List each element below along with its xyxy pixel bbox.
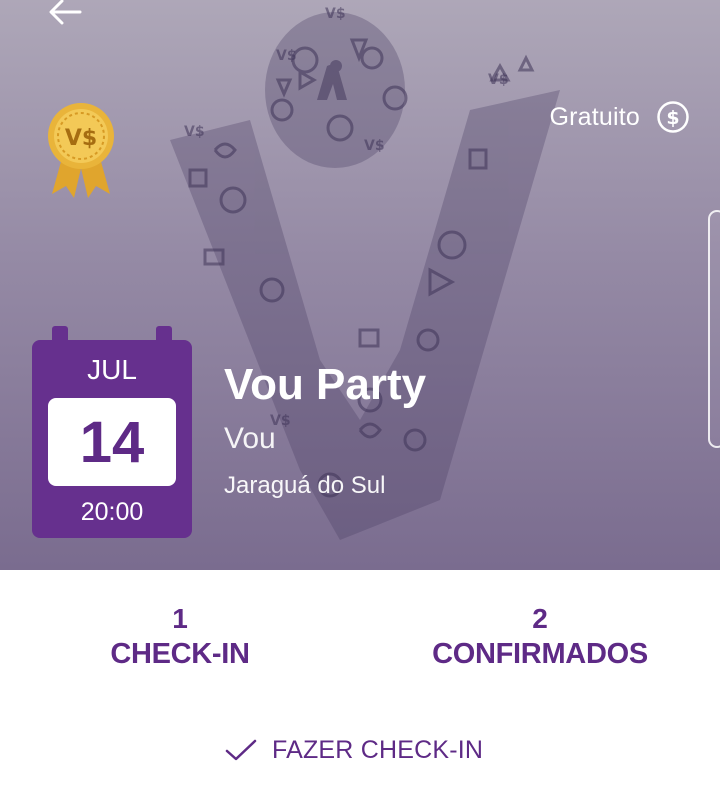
check-icon [225,739,257,761]
event-day-box: 14 [48,398,176,486]
confirmed-label: CONFIRMADOS [432,638,648,670]
event-title: Vou Party [224,360,427,409]
svg-text:V$: V$ [276,48,297,64]
event-hero: V$ V$ V$ V$ V$ V$ V$ Gratuito $ JUL 14 20: [0,0,720,570]
checkin-label: CHECK-IN [110,638,250,670]
svg-text:$: $ [666,107,679,129]
calendar-ring [156,326,172,348]
event-organizer[interactable]: Vou [224,422,276,456]
checkin-count: 1 [172,603,188,634]
svg-text:V$: V$ [184,124,205,140]
event-month: JUL [87,354,137,385]
confirmed-stat[interactable]: 2 CONFIRMADOS [390,602,690,672]
svg-text:V$: V$ [325,6,346,22]
price-label: Gratuito [549,102,640,131]
event-day: 14 [79,409,145,475]
event-time: 20:00 [80,498,144,526]
do-checkin-button[interactable]: FAZER CHECK-IN [224,730,483,770]
price-indicator[interactable]: Gratuito $ [549,100,690,134]
do-checkin-label: FAZER CHECK-IN [272,735,484,764]
svg-text:V$: V$ [364,138,385,154]
svg-text:V$: V$ [488,72,509,88]
arrow-left-icon[interactable] [44,0,90,40]
drawer-handle[interactable] [708,210,720,448]
badge-text: V$ [65,126,97,151]
vs-award-ribbon-icon: V$ [48,103,114,198]
confirmed-count: 2 [532,603,548,634]
event-date-calendar: JUL 14 20:00 [32,326,192,538]
calendar-ring [52,326,68,348]
dollar-circle-icon: $ [657,101,689,133]
checkin-stat[interactable]: 1 CHECK-IN [30,602,330,672]
event-city: Jaraguá do Sul [224,472,386,499]
